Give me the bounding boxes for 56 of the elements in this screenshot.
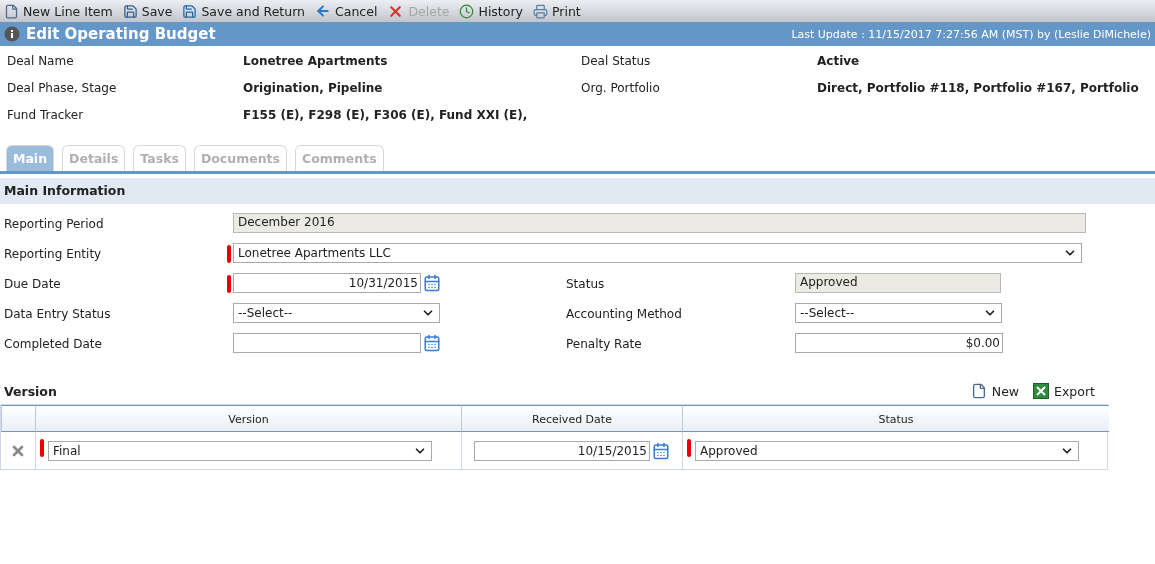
dropdown[interactable]: --Select-- [795, 303, 1002, 323]
document-icon [4, 3, 19, 19]
date-field[interactable] [233, 333, 421, 353]
field-label: Fund Tracker [7, 107, 85, 124]
document-icon [970, 383, 987, 399]
printer-icon [532, 3, 548, 19]
toolbar-button[interactable]: Save [122, 3, 173, 19]
field-label: Penalty Rate [566, 336, 643, 353]
section-title: Version [4, 383, 57, 399]
readonly-field: Approved [795, 273, 1001, 293]
column-header: Received Date [461, 405, 682, 432]
dropdown[interactable]: Lonetree Apartments LLC [233, 243, 1082, 263]
calendar-icon[interactable] [423, 274, 441, 292]
date-field[interactable]: 10/31/2015 [233, 273, 421, 293]
toolbar-button[interactable]: Print [532, 3, 581, 19]
field-value: Direct, Portfolio #118, Portfolio #167, Portfolio [817, 80, 1140, 97]
readonly-field: December 2016 [233, 213, 1086, 233]
field-value: Origination, Pipeline [243, 80, 384, 97]
clock-icon [459, 3, 475, 19]
field-label: Reporting Period [4, 216, 105, 233]
field-value: Lonetree Apartments [243, 53, 389, 70]
dropdown[interactable]: Approved [695, 440, 1079, 461]
action-button[interactable]: New [970, 383, 1020, 399]
dropdown[interactable]: Final [48, 440, 432, 461]
spreadsheet-icon [1033, 383, 1050, 399]
page-title: Edit Operating Budget [26, 25, 217, 43]
column-header: Status [682, 405, 1109, 432]
action-button[interactable]: Export [1033, 383, 1095, 399]
input-field[interactable]: $0.00 [795, 333, 1003, 353]
section-header: Main Information [0, 178, 1155, 204]
field-label: Accounting Method [566, 306, 683, 323]
toolbar-button[interactable]: Cancel [315, 3, 378, 19]
required-marker [687, 439, 691, 457]
info-icon [4, 26, 20, 42]
field-label: Deal Name [7, 53, 75, 70]
header-corner [1, 405, 35, 432]
calendar-icon[interactable] [423, 334, 441, 352]
toolbar-button[interactable]: Save and Return [182, 3, 306, 19]
field-label: Completed Date [4, 336, 103, 353]
dropdown[interactable]: --Select-- [233, 303, 440, 323]
field-label: Org. Portfolio [581, 80, 661, 97]
required-marker [40, 439, 44, 457]
field-label: Deal Status [581, 53, 652, 70]
last-update-text: Last Update : 11/15/2017 7:27:56 AM (MST) by (Leslie DiMichele) [791, 27, 1151, 41]
field-label: Deal Phase, Stage [7, 80, 118, 97]
calendar-icon[interactable] [652, 441, 670, 460]
field-label: Reporting Entity [4, 246, 103, 263]
column-header: Version [35, 405, 461, 432]
field-value: Active [817, 53, 861, 70]
date-field[interactable]: 10/15/2015 [474, 440, 650, 461]
field-label: Status [566, 276, 606, 293]
field-label: Due Date [4, 276, 62, 293]
toolbar-button[interactable]: New Line Item [4, 3, 113, 19]
toolbar-button[interactable]: History [459, 3, 523, 19]
field-value: F155 (E), F298 (E), F306 (E), Fund XXI (E), [243, 107, 529, 124]
field-label: Data Entry Status [4, 306, 112, 323]
